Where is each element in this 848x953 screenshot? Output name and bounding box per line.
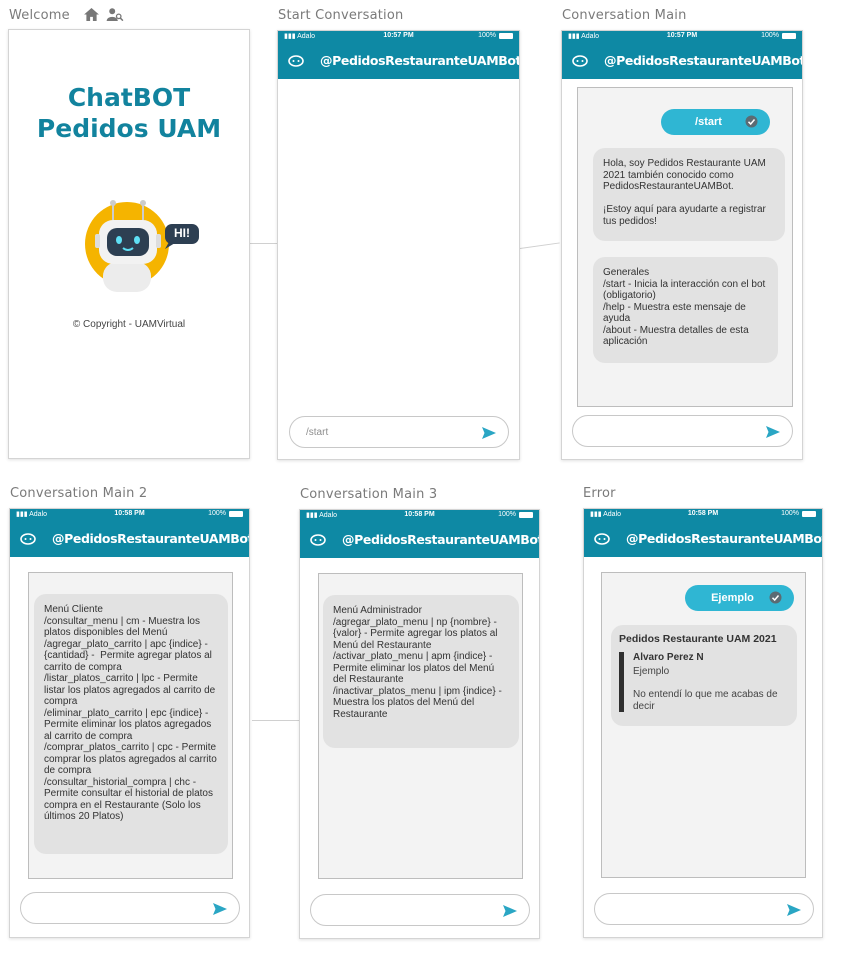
- main2-screen: ▮▮▮ Adalo 10:58 PM 100% @PedidosRestaura…: [9, 508, 250, 938]
- chat-area: Menú Administrador /agregar_plato_menu |…: [318, 573, 523, 879]
- bot-name: @PedidosRestauranteUAMBot: [342, 532, 540, 547]
- screen-title-main: Conversation Main: [562, 8, 687, 23]
- check-icon: [745, 115, 758, 131]
- flow-connector: [252, 720, 299, 721]
- status-bar: ▮▮▮ Adalo 10:58 PM 100%: [584, 509, 822, 520]
- chat-area: Ejemplo Pedidos Restaurante UAM 2021 Alv…: [601, 572, 806, 878]
- chat-header: @PedidosRestauranteUAMBot: [278, 42, 519, 79]
- message-input[interactable]: [20, 892, 240, 924]
- screen-title-error: Error: [583, 486, 616, 501]
- main3-screen: ▮▮▮ Adalo 10:58 PM 100% @PedidosRestaura…: [299, 509, 540, 939]
- bot-message: Generales /start - Inicia la interacción…: [593, 257, 778, 363]
- chat-header: @PedidosRestauranteUAMBot: [300, 521, 539, 558]
- reply-text: No entendí lo que me acabas de decir: [633, 689, 778, 712]
- battery-icon: [802, 510, 816, 517]
- bot-icon[interactable]: [310, 533, 326, 551]
- screen-title-welcome: Welcome: [9, 8, 124, 25]
- status-bar: ▮▮▮ Adalo 10:57 PM 100%: [278, 31, 519, 42]
- error-screen: ▮▮▮ Adalo 10:58 PM 100% @PedidosRestaura…: [583, 508, 823, 938]
- message-input[interactable]: [594, 893, 814, 925]
- bot-message: Menú Cliente /consultar_menu | cm - Mues…: [34, 594, 228, 854]
- screen-title-main3: Conversation Main 3: [300, 487, 438, 502]
- hi-badge: HI!: [174, 226, 190, 240]
- battery-icon: [229, 510, 243, 517]
- status-bar: ▮▮▮ Adalo 10:58 PM 100%: [10, 509, 249, 520]
- message-input[interactable]: [572, 415, 793, 447]
- message-input[interactable]: /start: [289, 416, 509, 448]
- chat-header: @PedidosRestauranteUAMBot: [562, 42, 802, 79]
- welcome-screen: ChatBOT Pedidos UAM HI! © Copyright - UA…: [8, 29, 250, 459]
- screen-title-main2: Conversation Main 2: [10, 486, 148, 501]
- chat-area: Menú Cliente /consultar_menu | cm - Mues…: [28, 572, 233, 879]
- quote-author: Alvaro Perez N: [633, 652, 704, 663]
- battery-icon: [782, 32, 796, 39]
- chat-header: @PedidosRestauranteUAMBot: [10, 520, 249, 557]
- bot-message: Menú Administrador /agregar_plato_menu |…: [323, 595, 519, 748]
- chat-area: /start Hola, soy Pedidos Restaurante UAM…: [577, 87, 793, 407]
- flow-connector: [519, 242, 560, 249]
- users-icon[interactable]: [106, 8, 124, 25]
- status-bar: ▮▮▮ Adalo 10:58 PM 100%: [300, 510, 539, 521]
- send-icon[interactable]: [503, 904, 517, 922]
- quote-bar: [619, 652, 624, 712]
- start-screen: ▮▮▮ Adalo 10:57 PM 100% @PedidosRestaura…: [277, 30, 520, 460]
- sent-message[interactable]: Ejemplo: [685, 585, 794, 611]
- robot-illustration: HI!: [81, 198, 201, 298]
- message-input[interactable]: [310, 894, 530, 926]
- bot-name: @PedidosRestauranteUAMBot: [320, 53, 520, 68]
- bot-name: @PedidosRestauranteUAMBot: [626, 531, 823, 546]
- flow-connector: [250, 243, 278, 244]
- send-icon[interactable]: [787, 903, 801, 921]
- battery-icon: [499, 32, 513, 39]
- battery-icon: [519, 511, 533, 518]
- check-icon: [769, 591, 782, 607]
- main-screen: ▮▮▮ Adalo 10:57 PM 100% @PedidosRestaura…: [561, 30, 803, 460]
- bot-message: Hola, soy Pedidos Restaurante UAM 2021 t…: [593, 148, 785, 241]
- bot-icon[interactable]: [594, 532, 610, 550]
- app-title: ChatBOT Pedidos UAM: [36, 83, 222, 143]
- copyright-text: © Copyright - UAMVirtual: [72, 319, 186, 330]
- send-icon[interactable]: [213, 902, 227, 920]
- send-icon[interactable]: [482, 426, 496, 444]
- bot-name: @PedidosRestauranteUAMBot: [52, 531, 250, 546]
- send-icon[interactable]: [766, 425, 780, 443]
- bot-icon[interactable]: [572, 54, 588, 72]
- bot-name: @PedidosRestauranteUAMBot: [604, 53, 803, 68]
- card-title: Pedidos Restaurante UAM 2021: [619, 633, 777, 645]
- bot-icon[interactable]: [20, 532, 36, 550]
- status-bar: ▮▮▮ Adalo 10:57 PM 100%: [562, 31, 802, 42]
- bot-icon[interactable]: [288, 54, 304, 72]
- screen-title-start: Start Conversation: [278, 8, 404, 23]
- home-icon[interactable]: [84, 8, 100, 25]
- quote-text: Ejemplo: [633, 666, 670, 677]
- bot-reply-card: Pedidos Restaurante UAM 2021 Alvaro Pere…: [611, 625, 797, 726]
- chat-header: @PedidosRestauranteUAMBot: [584, 520, 822, 557]
- sent-message[interactable]: /start: [661, 109, 770, 135]
